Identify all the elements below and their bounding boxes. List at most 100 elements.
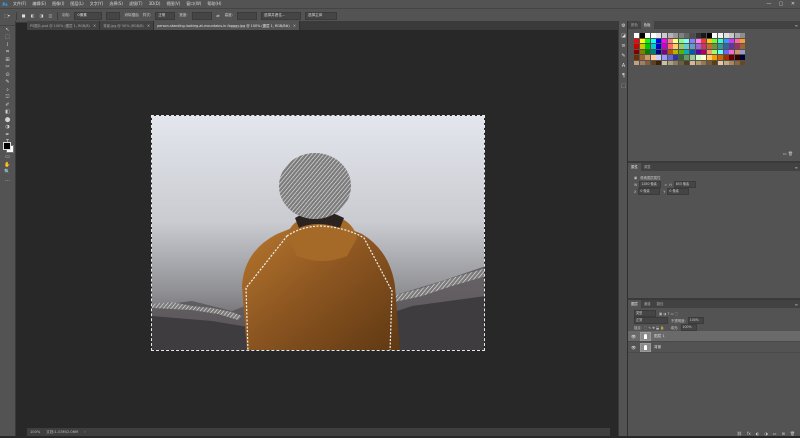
color-swatch[interactable] (645, 38, 651, 43)
menu-select[interactable]: 选择(S) (106, 0, 126, 8)
color-swatch[interactable] (639, 49, 645, 54)
color-swatch[interactable] (684, 60, 690, 65)
color-swatch[interactable] (701, 60, 707, 65)
color-swatch[interactable] (712, 44, 718, 49)
tab-swatches[interactable]: 色板 (640, 21, 654, 29)
color-swatch[interactable] (723, 60, 729, 65)
menu-type[interactable]: 文字(Y) (87, 0, 107, 8)
history-brush-tool-icon[interactable]: ✐ (0, 101, 15, 109)
close-window-button[interactable]: ✕ (788, 0, 798, 8)
color-swatch[interactable] (639, 44, 645, 49)
adjustment-layer-icon[interactable]: ◑ (764, 431, 768, 436)
color-swatch[interactable] (678, 44, 684, 49)
color-swatch[interactable] (634, 44, 639, 49)
status-menu-arrow[interactable]: › (81, 430, 88, 434)
marquee-tool-icon[interactable]: ⬚ (0, 34, 15, 42)
zoom-tool-icon[interactable]: 🔍 (0, 169, 15, 177)
color-swatch[interactable] (639, 60, 645, 65)
hand-tool-icon[interactable]: ✋ (0, 161, 15, 169)
color-swatch[interactable] (634, 38, 639, 43)
menu-view[interactable]: 视图(V) (163, 0, 183, 8)
menu-edit[interactable]: 编辑(E) (29, 0, 49, 8)
color-swatch[interactable] (639, 33, 645, 38)
eyedropper-tool-icon[interactable]: ⊙ (0, 71, 15, 79)
tab-channels[interactable]: 通道 (641, 300, 654, 308)
color-swatch[interactable] (689, 60, 695, 65)
color-swatch[interactable] (689, 55, 695, 60)
tab-paths[interactable]: 路径 (654, 300, 667, 308)
width-field[interactable]: 1280 像素 (639, 181, 662, 188)
color-swatch[interactable] (634, 55, 639, 60)
color-swatch[interactable] (656, 38, 662, 43)
visibility-eye-icon[interactable]: 👁 (631, 334, 637, 339)
color-swatch[interactable] (712, 33, 718, 38)
color-swatch[interactable] (650, 44, 656, 49)
color-swatch[interactable] (734, 55, 740, 60)
color-swatch[interactable] (712, 49, 718, 54)
color-swatch[interactable] (734, 49, 740, 54)
color-swatch[interactable] (650, 33, 656, 38)
new-layer-icon[interactable]: ⊞ (782, 431, 785, 436)
canvas-workspace[interactable] (16, 30, 610, 428)
swap-dimensions-icon[interactable]: ⇄ (215, 12, 222, 19)
panel-menu-icon[interactable]: ≡ (792, 23, 800, 28)
color-swatch[interactable] (740, 60, 746, 65)
color-swatch[interactable] (695, 38, 701, 43)
color-swatch[interactable] (678, 60, 684, 65)
menu-window[interactable]: 窗口(W) (183, 0, 204, 8)
color-swatch[interactable] (661, 38, 667, 43)
color-swatch[interactable] (639, 55, 645, 60)
color-swatch[interactable] (650, 60, 656, 65)
zoom-level[interactable]: 100% (27, 430, 43, 434)
color-swatch[interactable] (695, 44, 701, 49)
menu-filter[interactable]: 滤镜(T) (126, 0, 146, 8)
subtract-selection-icon[interactable]: ◨ (38, 12, 45, 19)
color-swatch[interactable] (650, 49, 656, 54)
color-swatch[interactable] (634, 33, 639, 38)
color-swatch[interactable] (729, 33, 735, 38)
color-swatch[interactable] (717, 55, 723, 60)
frame-tool-icon[interactable]: ✂ (0, 64, 15, 72)
color-swatch[interactable] (729, 55, 735, 60)
tab-document-3[interactable]: person-standing-looking-at-mountains-in-… (154, 21, 301, 30)
intersect-selection-icon[interactable]: ◫ (47, 12, 54, 19)
color-swatch[interactable] (661, 60, 667, 65)
height-input[interactable] (237, 11, 257, 20)
color-swatch[interactable] (723, 38, 729, 43)
menu-file[interactable]: 文件(F) (10, 0, 29, 8)
layer-row[interactable]: 👁 图层 1 (628, 331, 800, 342)
color-swatch[interactable] (673, 33, 679, 38)
feather-input[interactable]: 0像素 (74, 11, 103, 20)
color-swatch[interactable] (684, 49, 690, 54)
color-swatch[interactable] (695, 49, 701, 54)
new-selection-icon[interactable]: ■ (20, 12, 27, 19)
brush-tool-icon[interactable]: ⬨ (0, 86, 15, 94)
color-swatch[interactable] (734, 44, 740, 49)
lock-icons[interactable]: ⬚ ✎ ✥ ⬓ 🔒 (644, 326, 665, 330)
color-swatch[interactable] (701, 44, 707, 49)
height-field[interactable]: 853 像素 (673, 181, 696, 188)
width-input[interactable] (191, 11, 212, 20)
color-swatch[interactable] (656, 44, 662, 49)
color-swatch[interactable] (695, 60, 701, 65)
color-swatch[interactable] (689, 38, 695, 43)
color-swatch[interactable] (723, 49, 729, 54)
color-swatch[interactable] (734, 60, 740, 65)
color-swatch[interactable] (673, 60, 679, 65)
color-swatch[interactable] (684, 55, 690, 60)
color-swatch[interactable] (723, 44, 729, 49)
color-swatch[interactable] (689, 33, 695, 38)
color-swatch[interactable] (740, 38, 746, 43)
color-swatch[interactable] (684, 33, 690, 38)
opacity-field[interactable]: 100% (687, 317, 704, 324)
menu-help[interactable]: 帮助(H) (204, 0, 224, 8)
color-swatch[interactable] (678, 38, 684, 43)
photoshop-logo-icon[interactable]: Ps (0, 0, 10, 8)
close-icon[interactable]: × (293, 23, 296, 28)
gradient-tool-icon[interactable]: ⬤ (0, 116, 15, 124)
color-swatch[interactable] (712, 60, 718, 65)
color-swatch[interactable] (678, 33, 684, 38)
color-swatch[interactable] (717, 38, 723, 43)
color-swatch[interactable] (689, 49, 695, 54)
color-swatch[interactable] (701, 55, 707, 60)
